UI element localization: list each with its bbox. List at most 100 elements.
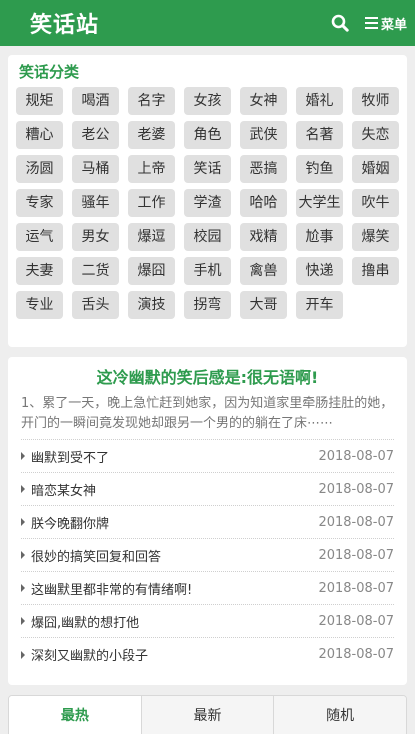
category-tag[interactable]: 钓鱼 [296, 155, 343, 183]
category-tag[interactable]: 快递 [296, 257, 343, 285]
category-tag[interactable]: 牧师 [352, 87, 399, 115]
category-tag[interactable]: 吹牛 [352, 189, 399, 217]
menu-label: 菜单 [380, 17, 407, 33]
category-tag[interactable]: 女神 [240, 87, 287, 115]
category-tag[interactable]: 哈哈 [240, 189, 287, 217]
list-item[interactable]: 朕今晚翻你牌 2018-08-07 [21, 506, 394, 539]
category-tag[interactable]: 工作 [128, 189, 175, 217]
category-tag[interactable]: 武侠 [240, 121, 287, 149]
menu-button[interactable]: 菜单 [364, 14, 407, 33]
category-tag[interactable]: 失恋 [352, 121, 399, 149]
list-item-date: 2018-08-07 [318, 448, 394, 464]
category-tag[interactable]: 喝酒 [72, 87, 119, 115]
list-item-title[interactable]: 爆囧,幽默的想打他 [31, 612, 139, 631]
category-tag[interactable]: 婚礼 [296, 87, 343, 115]
category-tag[interactable]: 专家 [16, 189, 63, 217]
site-logo[interactable]: 笑话站 [30, 7, 99, 39]
category-tag[interactable]: 男女 [72, 223, 119, 251]
triangle-right-icon [21, 485, 25, 493]
list-item-title[interactable]: 幽默到受不了 [31, 447, 109, 466]
list-item-title[interactable]: 暗恋某女神 [31, 480, 96, 499]
category-tag[interactable]: 马桶 [72, 155, 119, 183]
triangle-right-icon [21, 584, 25, 592]
category-tag[interactable]: 校园 [184, 223, 231, 251]
category-tag[interactable]: 骚年 [72, 189, 119, 217]
category-tag[interactable]: 专业 [16, 291, 63, 319]
list-item-title[interactable]: 这幽默里都非常的有情绪啊! [31, 579, 192, 598]
list-item-title[interactable]: 朕今晚翻你牌 [31, 513, 109, 532]
category-tag[interactable]: 拐弯 [184, 291, 231, 319]
list-item-title-group: 暗恋某女神 [21, 480, 96, 499]
category-tag[interactable]: 运气 [16, 223, 63, 251]
list-item-date: 2018-08-07 [318, 613, 394, 629]
category-tag[interactable]: 老婆 [128, 121, 175, 149]
category-tag[interactable]: 规矩 [16, 87, 63, 115]
category-tag[interactable]: 上帝 [128, 155, 175, 183]
list-item-date: 2018-08-07 [318, 514, 394, 530]
list-item[interactable]: 暗恋某女神 2018-08-07 [21, 473, 394, 506]
category-tag[interactable]: 角色 [184, 121, 231, 149]
featured-article-title[interactable]: 这冷幽默的笑后感是:很无语啊! [21, 366, 394, 390]
list-item-date: 2018-08-07 [318, 481, 394, 497]
list-item-title-group: 幽默到受不了 [21, 447, 109, 466]
category-tag[interactable]: 手机 [184, 257, 231, 285]
search-icon [331, 14, 349, 32]
category-tag[interactable]: 大学生 [296, 189, 343, 217]
category-tag[interactable]: 二货 [72, 257, 119, 285]
category-tag[interactable]: 汤圆 [16, 155, 63, 183]
triangle-right-icon [21, 617, 25, 625]
featured-article-excerpt[interactable]: 1、累了一天，晚上急忙赶到她家，因为知道家里牵肠挂肚的她，开门的一瞬间竟发现她却… [21, 394, 394, 434]
category-tag[interactable]: 名字 [128, 87, 175, 115]
category-tag[interactable]: 撸串 [352, 257, 399, 285]
category-tag[interactable]: 恶搞 [240, 155, 287, 183]
search-button[interactable] [329, 12, 351, 34]
list-item-title-group: 爆囧,幽默的想打他 [21, 612, 139, 631]
list-item[interactable]: 这幽默里都非常的有情绪啊! 2018-08-07 [21, 572, 394, 605]
category-tag[interactable]: 女孩 [184, 87, 231, 115]
list-item[interactable]: 幽默到受不了 2018-08-07 [21, 440, 394, 473]
category-tag[interactable]: 禽兽 [240, 257, 287, 285]
triangle-right-icon [21, 452, 25, 460]
list-item-date: 2018-08-07 [318, 647, 394, 662]
list-item-title-group: 朕今晚翻你牌 [21, 513, 109, 532]
category-tag[interactable]: 爆囧 [128, 257, 175, 285]
category-tag[interactable]: 老公 [72, 121, 119, 149]
bottom-tabs: 最热 最新 随机 [8, 695, 407, 734]
category-title: 笑话分类 [19, 63, 80, 81]
tab-1[interactable]: 最新 [141, 696, 275, 734]
category-tag[interactable]: 夫妻 [16, 257, 63, 285]
featured-article-panel: 这冷幽默的笑后感是:很无语啊! 1、累了一天，晚上急忙赶到她家，因为知道家里牵肠… [8, 357, 407, 685]
list-item-title-group: 深刻又幽默的小段子 [21, 645, 148, 664]
category-tag[interactable]: 演技 [128, 291, 175, 319]
menu-icon [364, 17, 378, 29]
category-tag[interactable]: 爆逗 [128, 223, 175, 251]
category-tag[interactable]: 开车 [296, 291, 343, 319]
triangle-right-icon [21, 551, 25, 559]
category-tag[interactable]: 糟心 [16, 121, 63, 149]
category-tag[interactable]: 名著 [296, 121, 343, 149]
category-tag[interactable]: 大哥 [240, 291, 287, 319]
category-tag[interactable]: 笑话 [184, 155, 231, 183]
category-tag[interactable]: 婚姻 [352, 155, 399, 183]
list-item-title[interactable]: 深刻又幽默的小段子 [31, 645, 148, 664]
list-item-title[interactable]: 很妙的搞笑回复和回答 [31, 546, 161, 565]
list-item[interactable]: 爆囧,幽默的想打他 2018-08-07 [21, 605, 394, 638]
list-item[interactable]: 深刻又幽默的小段子 2018-08-07 [21, 638, 394, 671]
tab-0[interactable]: 最热 [9, 696, 142, 734]
category-tag[interactable]: 戏精 [240, 223, 287, 251]
category-tag[interactable]: 尬事 [296, 223, 343, 251]
triangle-right-icon [21, 650, 25, 659]
category-tag[interactable]: 舌头 [72, 291, 119, 319]
top-header: 笑话站 菜单 [0, 0, 415, 46]
category-tag[interactable]: 学渣 [184, 189, 231, 217]
list-item-date: 2018-08-07 [318, 580, 394, 596]
category-tag[interactable]: 爆笑 [352, 223, 399, 251]
article-list: 幽默到受不了 2018-08-07 暗恋某女神 2018-08-07 朕今晚翻你牌 201… [21, 439, 394, 671]
header-actions: 菜单 [329, 12, 407, 34]
tab-2[interactable]: 随机 [274, 696, 406, 734]
list-item[interactable]: 很妙的搞笑回复和回答 2018-08-07 [21, 539, 394, 572]
list-item-title-group: 很妙的搞笑回复和回答 [21, 546, 161, 565]
category-panel: 笑话分类 规矩 喝酒 名字 女孩 女神 婚礼 牧师糟心 老公 老婆 角色 武侠 名著 失恋汤圆 马桶 上帝笑… [8, 55, 407, 347]
triangle-right-icon [21, 518, 25, 526]
category-tag-grid: 规矩 喝酒 名字 女孩 女神 婚礼 牧师糟心 老公 老婆 角色 武侠 名著 失恋汤圆 马桶 上帝 笑话 恶搞 钓鱼… [16, 87, 399, 319]
